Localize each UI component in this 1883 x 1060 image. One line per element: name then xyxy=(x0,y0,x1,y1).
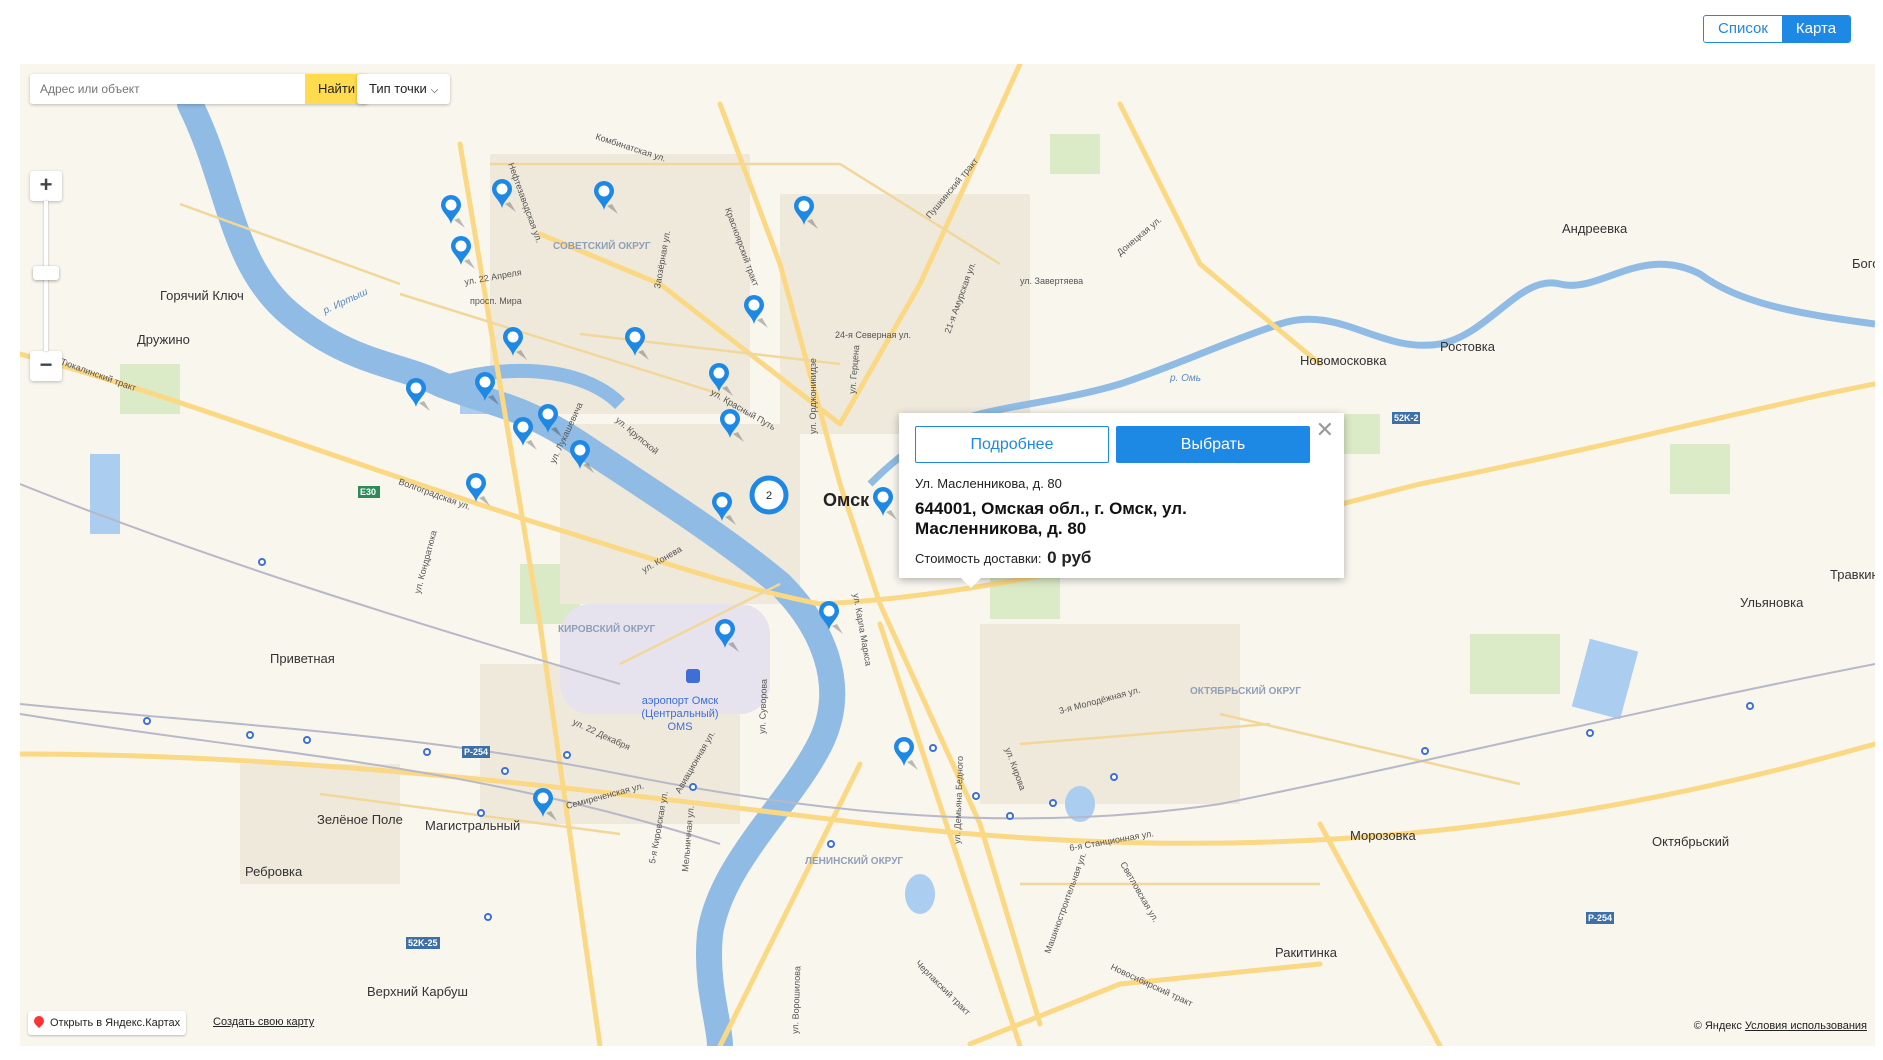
map-pin-icon[interactable] xyxy=(451,236,475,269)
full-address: 644001, Омская обл., г. Омск, ул. Маслен… xyxy=(915,499,1187,538)
select-point-button[interactable]: Выбрать xyxy=(1116,426,1310,463)
street-label: ул. Кондратюка xyxy=(412,529,438,594)
cluster-marker[interactable]: 2 xyxy=(749,475,789,515)
road-label: 52K-2 xyxy=(1394,413,1419,423)
city-label: Омск xyxy=(823,490,870,510)
zoom-control: + − xyxy=(30,171,62,381)
road-label: E30 xyxy=(360,487,376,497)
street-label: ул. Завертяева xyxy=(1020,276,1083,286)
street-label: ул. Ворошилова xyxy=(790,966,802,1034)
point-type-dropdown[interactable]: Тип точки ⌵ xyxy=(357,74,451,104)
place-label: Бого xyxy=(1852,256,1875,271)
point-popup: ✕ Подробнее Выбрать Ул. Масленникова, д.… xyxy=(899,413,1344,588)
zoom-slider[interactable] xyxy=(30,201,62,351)
airport-label: (Центральный) xyxy=(641,708,718,720)
list-view-button[interactable]: Список xyxy=(1704,16,1782,42)
district-label: КИРОВСКИЙ ОКРУГ xyxy=(558,622,656,635)
place-label: Андреевка xyxy=(1562,221,1628,236)
airport-label: аэропорт Омск xyxy=(642,695,719,707)
map[interactable]: E30 P-254 52K-2 52K-25 P-254 Омск Андрее… xyxy=(20,64,1875,1046)
street-label: Донецкая ул. xyxy=(1115,215,1163,258)
zoom-in-button[interactable]: + xyxy=(30,171,62,201)
river-label: р. Омь xyxy=(1169,373,1201,384)
map-pin-icon[interactable] xyxy=(894,737,918,770)
map-pin-icon[interactable] xyxy=(441,195,465,228)
river-label: р. Иртыш xyxy=(321,286,371,317)
zoom-out-button[interactable]: − xyxy=(30,351,62,381)
terms-link[interactable]: Условия использования xyxy=(1745,1020,1867,1032)
place-label: Приветная xyxy=(270,651,335,666)
delivery-price: Стоимость доставки: 0 руб xyxy=(915,548,1091,568)
place-label: Зелёное Поле xyxy=(317,812,403,827)
place-label: Ульяновка xyxy=(1740,595,1804,610)
place-label: Травкино xyxy=(1830,567,1875,582)
street-label: Светловская ул. xyxy=(1118,860,1161,924)
open-in-yandex-maps-link[interactable]: Открыть в Яндекс.Картах xyxy=(28,1011,187,1035)
price-label: Стоимость доставки: xyxy=(915,551,1042,566)
road-label: P-254 xyxy=(464,747,488,757)
search-input[interactable] xyxy=(30,74,305,104)
place-label: Октябрьский xyxy=(1652,834,1729,849)
street-label: просп. Мира xyxy=(470,296,522,306)
price-value: 0 руб xyxy=(1047,548,1092,567)
search-bar: Найти xyxy=(30,74,368,104)
street-label: Черлакский тракт xyxy=(914,958,973,1017)
place-label: Ребровка xyxy=(245,864,303,879)
short-address: Ул. Масленникова, д. 80 xyxy=(915,476,1062,491)
more-details-button[interactable]: Подробнее xyxy=(915,426,1109,463)
street-label: ул. Суворова xyxy=(757,679,769,734)
place-label: Верхний Карбуш xyxy=(367,984,468,999)
place-label: Горячий Ключ xyxy=(160,288,244,303)
airport-label: OMS xyxy=(667,721,692,733)
place-label: Новомосковка xyxy=(1300,353,1387,368)
map-pin-icon[interactable] xyxy=(873,487,897,520)
street-label: Волгоградская ул. xyxy=(397,476,472,511)
open-in-yandex-label: Открыть в Яндекс.Картах xyxy=(50,1017,181,1029)
map-view-button[interactable]: Карта xyxy=(1781,16,1851,42)
district-label: ОКТЯБРЬСКИЙ ОКРУГ xyxy=(1190,684,1301,697)
place-label: Морозовка xyxy=(1350,828,1416,843)
copyright-text: © Яндекс xyxy=(1693,1020,1742,1032)
point-type-label: Тип точки xyxy=(369,81,427,96)
zoom-slider-handle[interactable] xyxy=(33,266,59,280)
place-label: Ростовка xyxy=(1440,339,1496,354)
close-icon[interactable]: ✕ xyxy=(1316,417,1334,443)
street-label: Машиностроительная ул. xyxy=(1042,851,1088,955)
place-label: Дружино xyxy=(137,332,190,347)
place-label: Ракитинка xyxy=(1275,945,1338,960)
district-label: ЛЕНИНСКИЙ ОКРУГ xyxy=(805,854,903,867)
street-label: ул. Карла Маркса xyxy=(851,593,874,667)
view-toggle: Список Карта xyxy=(1703,15,1852,43)
place-label: Магистральный xyxy=(425,818,520,833)
chevron-down-icon: ⌵ xyxy=(430,85,439,96)
copyright: © Яндекс Условия использования xyxy=(1694,1020,1867,1032)
map-pin-icon xyxy=(31,1013,47,1029)
cluster-count: 2 xyxy=(766,490,772,502)
create-map-link[interactable]: Создать свою карту xyxy=(213,1016,314,1028)
road-label: 52K-25 xyxy=(408,938,438,948)
street-label: ул. Орджоникидзе xyxy=(808,358,818,434)
road-label: P-254 xyxy=(1588,913,1612,923)
street-label: 24-я Северная ул. xyxy=(835,330,911,340)
district-label: СОВЕТСКИЙ ОКРУГ xyxy=(553,239,651,252)
